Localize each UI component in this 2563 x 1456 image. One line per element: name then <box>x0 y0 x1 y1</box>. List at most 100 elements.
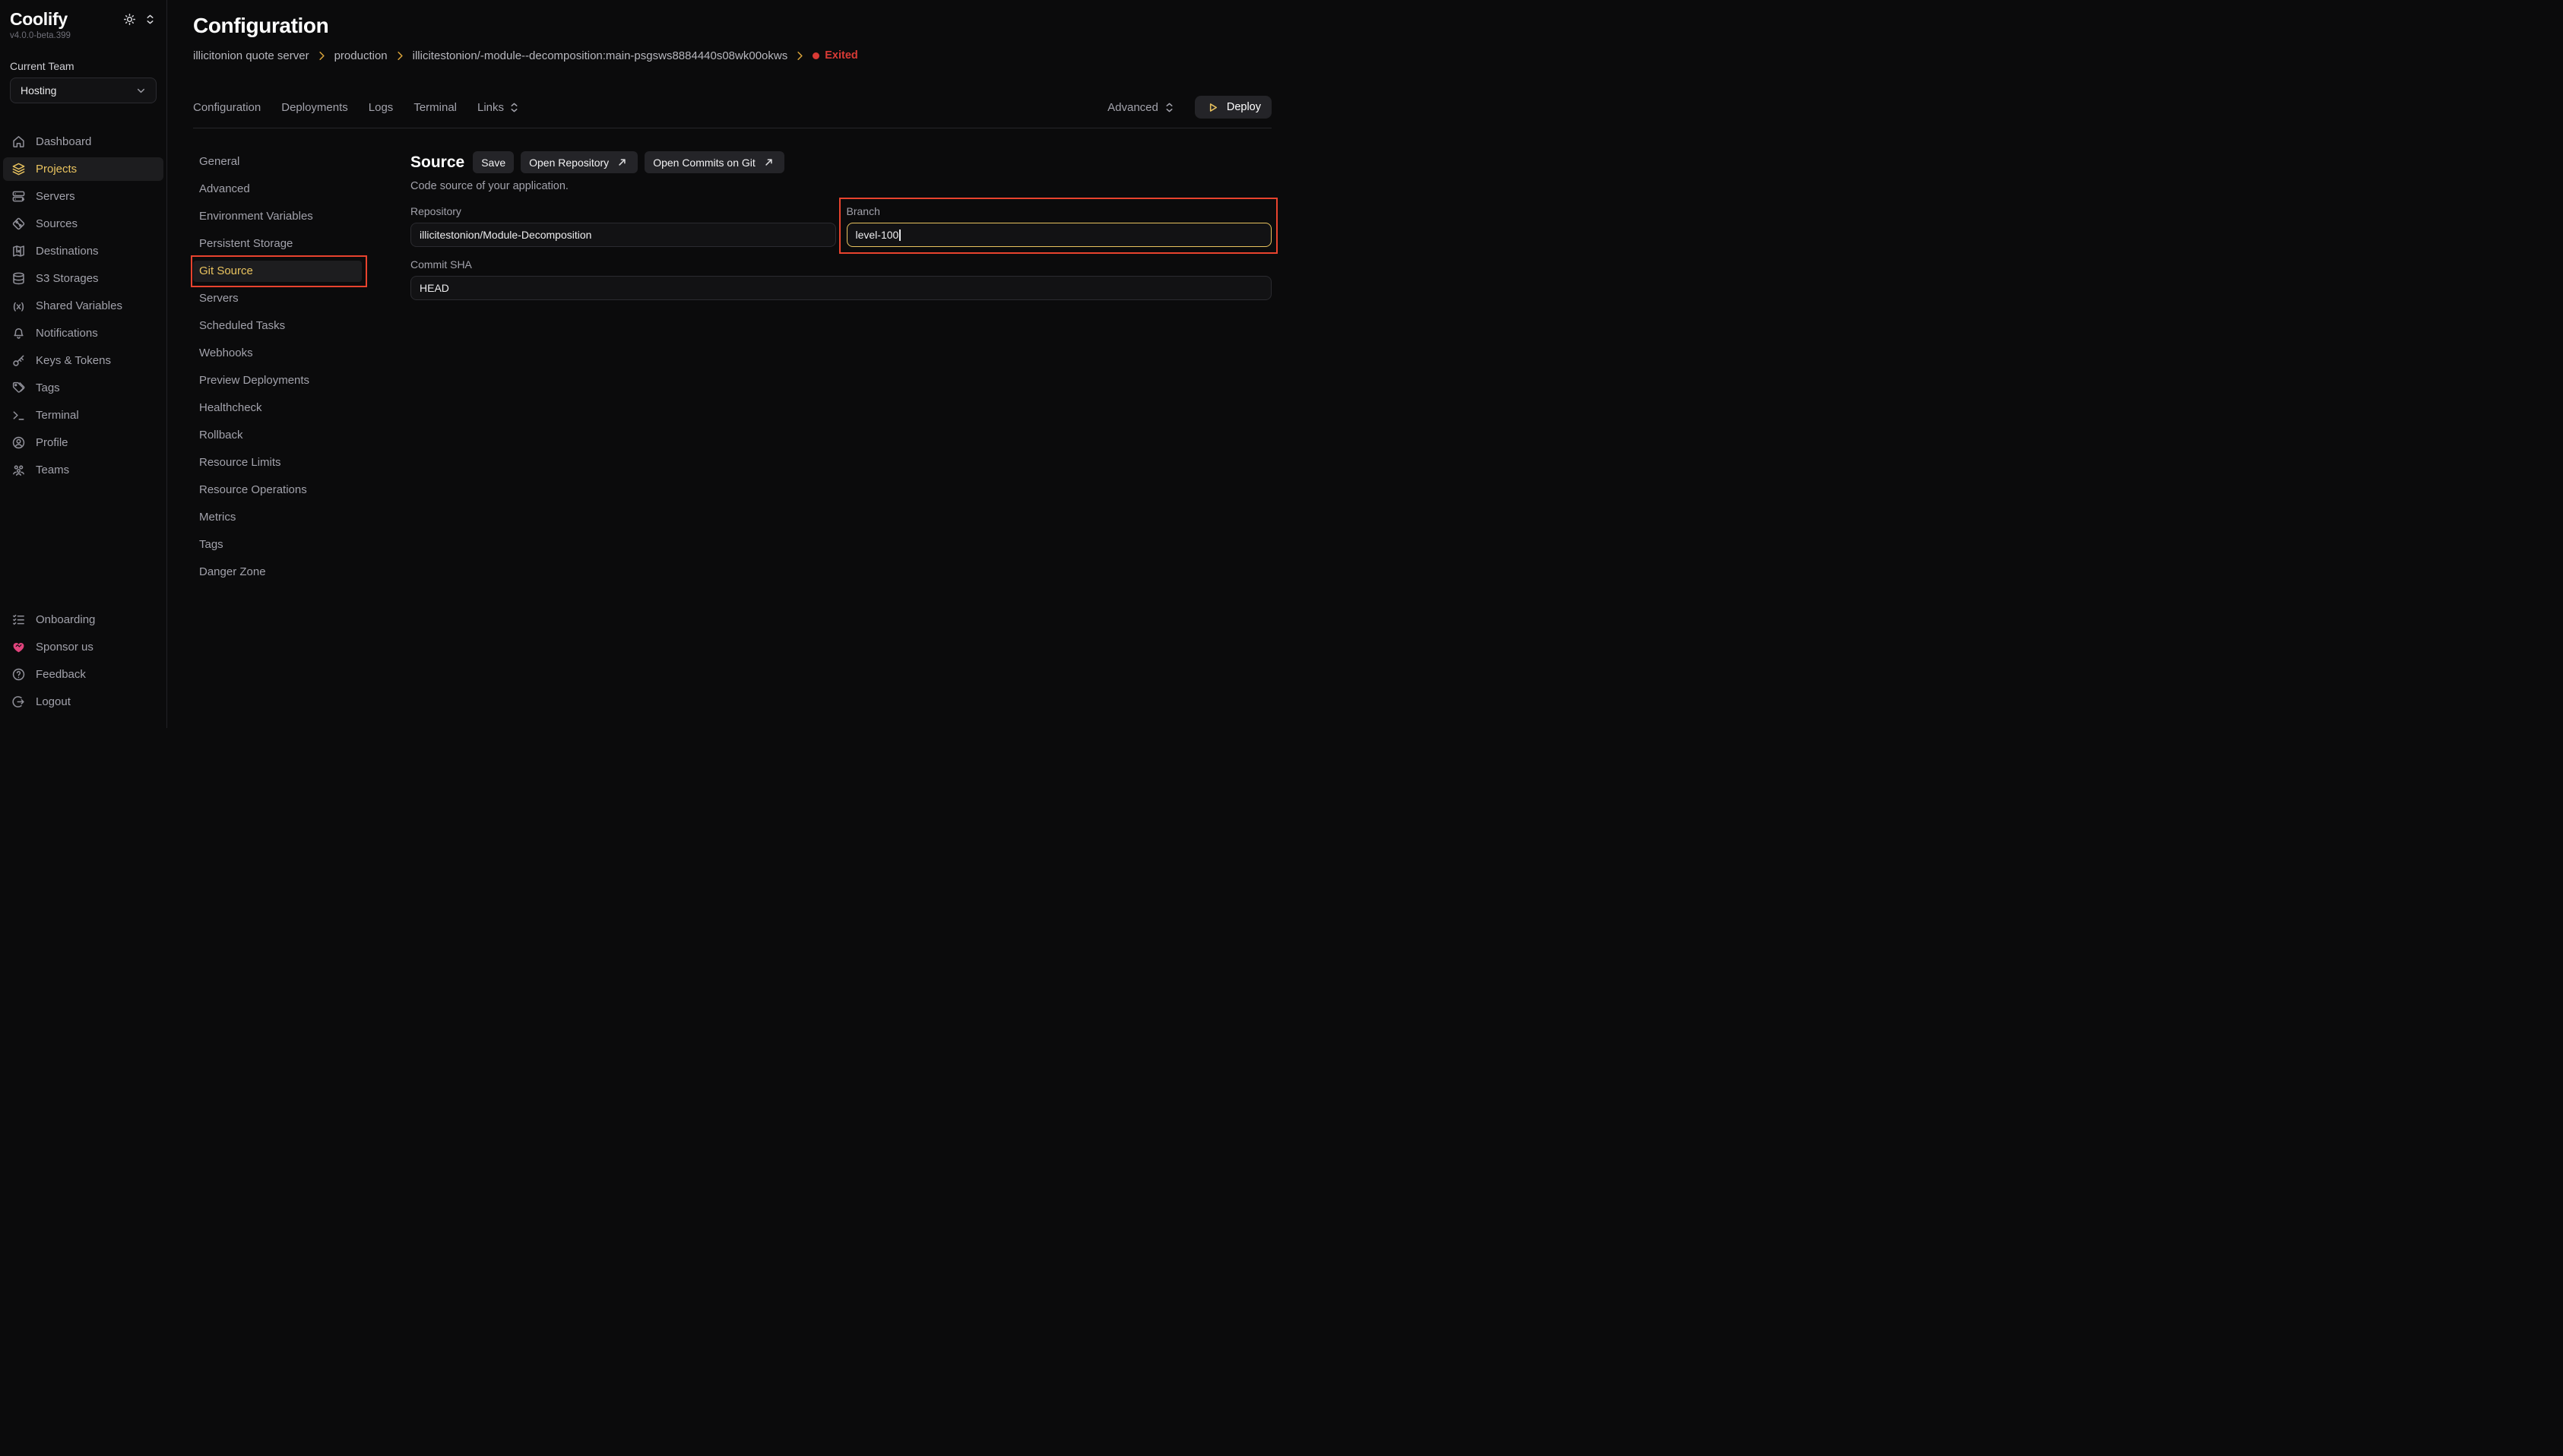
breadcrumb-item[interactable]: illicitonion quote server <box>193 49 309 62</box>
terminal-icon <box>11 408 26 423</box>
open-commits-button[interactable]: Open Commits on Git <box>645 151 784 173</box>
text-caret <box>899 229 901 241</box>
sidebar-item-servers[interactable]: Servers <box>3 185 163 208</box>
breadcrumb: illicitonion quote server production illic… <box>193 48 1272 63</box>
page-title: Configuration <box>193 14 1272 38</box>
commit-sha-input[interactable] <box>410 276 1272 300</box>
svg-text:(x): (x) <box>13 301 24 312</box>
theme-toggle-sun-icon[interactable] <box>122 12 137 27</box>
sidebar-item-label: Profile <box>36 436 68 449</box>
sidebar-item-label: Keys & Tokens <box>36 354 111 367</box>
subnav-item-tags[interactable]: Tags <box>193 534 362 555</box>
advanced-menu[interactable]: Advanced <box>1107 100 1177 115</box>
checklist-icon <box>11 612 26 627</box>
content: General Advanced Environment Variables Pers… <box>193 128 1272 728</box>
sidebar-item-keys-tokens[interactable]: Keys & Tokens <box>3 349 163 372</box>
branch-input[interactable]: level-100 <box>847 223 1272 247</box>
sidebar-item-dashboard[interactable]: Dashboard <box>3 130 163 154</box>
sidebar-item-label: Tags <box>36 381 60 394</box>
breadcrumb-item[interactable]: production <box>334 49 388 62</box>
chevrons-up-down-icon <box>507 100 521 115</box>
tab-deployments[interactable]: Deployments <box>281 101 348 114</box>
sidebar-item-label: Dashboard <box>36 135 91 148</box>
sidebar-item-onboarding[interactable]: Onboarding <box>3 608 163 631</box>
sidebar: Coolify v4.0.0-beta.399 Current Team Hos… <box>0 0 167 728</box>
tab-logs[interactable]: Logs <box>369 101 394 114</box>
current-team-label: Current Team <box>0 40 166 78</box>
repository-label: Repository <box>410 205 836 217</box>
sidebar-item-profile[interactable]: Profile <box>3 431 163 454</box>
settings-subnav: General Advanced Environment Variables Pers… <box>193 151 362 728</box>
subnav-item-preview-deployments[interactable]: Preview Deployments <box>193 370 362 391</box>
sidebar-item-sources[interactable]: Sources <box>3 212 163 236</box>
logout-icon <box>11 695 26 709</box>
subnav-item-metrics[interactable]: Metrics <box>193 507 362 528</box>
subnav-item-resource-limits[interactable]: Resource Limits <box>193 452 362 473</box>
sidebar-item-tags[interactable]: Tags <box>3 376 163 400</box>
commit-sha-field: Commit SHA <box>410 258 1272 300</box>
sidebar-item-label: Terminal <box>36 409 79 422</box>
subnav-item-webhooks[interactable]: Webhooks <box>193 343 362 364</box>
commit-sha-label: Commit SHA <box>410 258 1272 271</box>
chevron-down-icon <box>134 84 148 98</box>
key-icon <box>11 353 26 368</box>
sidebar-item-teams[interactable]: Teams <box>3 458 163 482</box>
subnav-item-scheduled-tasks[interactable]: Scheduled Tasks <box>193 315 362 337</box>
database-icon <box>11 271 26 286</box>
sidebar-item-projects[interactable]: Projects <box>3 157 163 181</box>
subnav-item-servers[interactable]: Servers <box>193 288 362 309</box>
subnav-item-environment-variables[interactable]: Environment Variables <box>193 206 362 227</box>
bell-icon <box>11 326 26 340</box>
subnav-item-healthcheck[interactable]: Healthcheck <box>193 397 362 419</box>
tab-terminal[interactable]: Terminal <box>413 101 457 114</box>
team-select[interactable]: Hosting <box>10 78 157 103</box>
server-icon <box>11 189 26 204</box>
sidebar-item-s3-storages[interactable]: S3 Storages <box>3 267 163 290</box>
subnav-item-resource-operations[interactable]: Resource Operations <box>193 480 362 501</box>
open-repository-button[interactable]: Open Repository <box>521 151 638 173</box>
sidebar-item-label: Feedback <box>36 668 86 681</box>
app-logo[interactable]: Coolify <box>10 9 68 30</box>
sidebar-item-label: Sources <box>36 217 78 230</box>
repository-field: Repository <box>410 205 836 247</box>
help-circle-icon <box>11 667 26 682</box>
main-area: Configuration illicitonion quote server p… <box>167 0 1282 728</box>
chevron-right-icon <box>315 49 329 63</box>
subnav-item-git-source[interactable]: Git Source <box>193 261 362 282</box>
sidebar-item-label: Notifications <box>36 327 98 340</box>
breadcrumb-item[interactable]: illicitestonion/-module--decomposition:m… <box>413 49 788 62</box>
sidebar-item-notifications[interactable]: Notifications <box>3 321 163 345</box>
chevron-right-icon <box>793 49 807 63</box>
sidebar-item-sponsor-us[interactable]: Sponsor us <box>3 635 163 659</box>
users-icon <box>11 463 26 477</box>
deploy-button[interactable]: Deploy <box>1195 96 1272 119</box>
sidebar-item-label: Destinations <box>36 245 99 258</box>
sidebar-item-label: S3 Storages <box>36 272 99 285</box>
branch-field: Branch level-100 <box>847 205 1272 247</box>
sidebar-nav: Dashboard Projects Servers Sources Destinati… <box>0 130 166 486</box>
tab-configuration[interactable]: Configuration <box>193 101 261 114</box>
sidebar-item-terminal[interactable]: Terminal <box>3 404 163 427</box>
app-version: v4.0.0-beta.399 <box>0 30 166 40</box>
sidebar-item-label: Onboarding <box>36 613 95 626</box>
subnav-item-rollback[interactable]: Rollback <box>193 425 362 446</box>
git-source-icon <box>11 217 26 231</box>
sidebar-item-logout[interactable]: Logout <box>3 690 163 714</box>
variable-icon: (x) <box>11 299 26 313</box>
sidebar-header: Coolify <box>0 9 166 30</box>
sidebar-item-destinations[interactable]: Destinations <box>3 239 163 263</box>
subnav-item-persistent-storage[interactable]: Persistent Storage <box>193 233 362 255</box>
branch-label: Branch <box>847 205 1272 217</box>
repository-input[interactable] <box>410 223 836 247</box>
tab-links[interactable]: Links <box>477 100 521 115</box>
save-button[interactable]: Save <box>473 151 514 173</box>
subnav-item-danger-zone[interactable]: Danger Zone <box>193 562 362 583</box>
tabs: Configuration Deployments Logs Terminal Link… <box>193 100 521 115</box>
layers-icon <box>11 162 26 176</box>
chevrons-up-down-icon[interactable] <box>143 12 157 27</box>
subnav-item-general[interactable]: General <box>193 151 362 173</box>
sidebar-item-feedback[interactable]: Feedback <box>3 663 163 686</box>
subnav-item-advanced[interactable]: Advanced <box>193 179 362 200</box>
heart-icon <box>11 640 26 654</box>
sidebar-item-shared-variables[interactable]: (x)Shared Variables <box>3 294 163 318</box>
